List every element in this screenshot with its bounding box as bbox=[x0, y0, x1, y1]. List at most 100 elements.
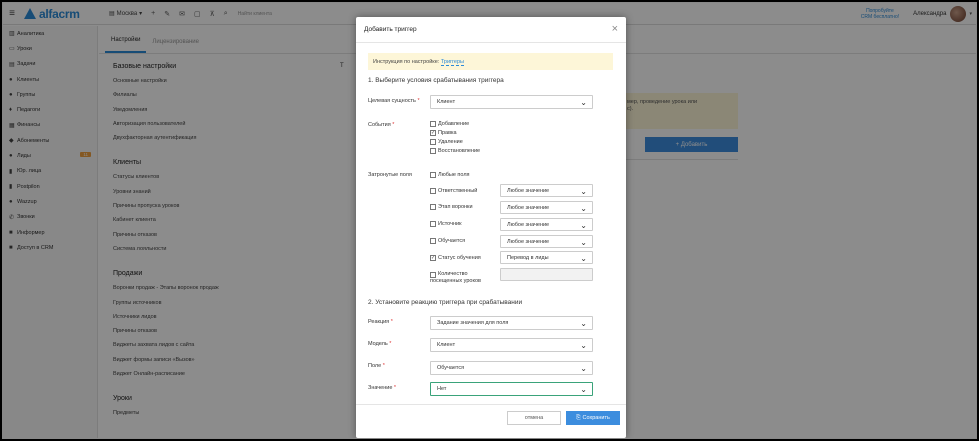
affected-fields-label: Затронутые поля bbox=[368, 172, 412, 178]
field-checkbox-study-status[interactable]: ✓ Статус обучения bbox=[430, 255, 481, 261]
checkbox-label: Источник bbox=[438, 221, 462, 227]
add-trigger-modal: Добавить триггер × Инструкция по настрой… bbox=[356, 17, 626, 438]
close-icon[interactable]: × bbox=[612, 24, 618, 35]
field-value-select-studying[interactable]: Любое значение ⌄ bbox=[500, 235, 593, 248]
step-2-title: 2. Установите реакцию триггера при сраба… bbox=[368, 299, 523, 306]
field-value-select-responsible[interactable]: Любое значение ⌄ bbox=[500, 184, 593, 197]
select-value: Любое значение bbox=[507, 221, 550, 228]
select-value: Любое значение bbox=[507, 204, 550, 211]
select-value: Перевод в лиды bbox=[507, 254, 549, 261]
required-mark: * bbox=[390, 319, 393, 325]
label-text: Поле bbox=[368, 363, 382, 369]
label-text: Значение bbox=[368, 385, 393, 391]
checkbox-label: посещенных уроков bbox=[430, 278, 481, 284]
event-checkbox-edit[interactable]: ✓ Правка bbox=[430, 130, 457, 136]
field-checkbox-stage[interactable]: Этап воронки bbox=[430, 204, 473, 210]
required-mark: * bbox=[393, 385, 397, 391]
triggers-help-link[interactable]: Триггеры bbox=[440, 59, 465, 66]
checkbox-label: Восстановление bbox=[438, 148, 481, 154]
instruction-hint: Инструкция по настройке: Триггеры bbox=[368, 53, 613, 70]
save-icon: ⎘ bbox=[576, 414, 581, 421]
checkbox-label: Статус обучения bbox=[438, 255, 481, 261]
field-value-select-source[interactable]: Любое значение ⌄ bbox=[500, 218, 593, 231]
checkbox-box bbox=[430, 271, 436, 278]
select-value: Обучается bbox=[437, 365, 465, 371]
field-checkbox-responsible[interactable]: Ответственный bbox=[430, 188, 477, 194]
value-select[interactable]: Нет ⌄ bbox=[430, 382, 593, 396]
hint-text: Инструкция по настройке: bbox=[373, 59, 440, 65]
chevron-down-icon: ⌄ bbox=[580, 238, 587, 247]
required-mark: * bbox=[389, 341, 392, 347]
checkbox-box bbox=[430, 148, 436, 154]
checkbox-label: Любые поля bbox=[438, 172, 470, 178]
select-value: Клиент bbox=[437, 342, 456, 348]
checkbox-label: Правка bbox=[438, 130, 457, 136]
checkbox-label: Добавление bbox=[438, 121, 470, 127]
field-checkbox-studying[interactable]: Обучается bbox=[430, 238, 465, 244]
checkbox-box bbox=[430, 221, 436, 227]
select-value: Задание значения для поля bbox=[437, 320, 509, 326]
checkbox-label: Этап воронки bbox=[438, 204, 473, 210]
checkmark-icon: ✓ bbox=[430, 130, 436, 136]
chevron-down-icon: ⌄ bbox=[580, 385, 587, 394]
checkbox-label: Обучается bbox=[438, 238, 466, 244]
checkbox-label: Ответственный bbox=[438, 188, 478, 194]
app-window: ≡ alfacrm ▤ Москва ▾ + ✎ ✉ ▢ ⊼ ⌕ Найти к… bbox=[2, 2, 977, 439]
checkbox-box bbox=[430, 204, 436, 210]
required-mark: * bbox=[417, 98, 420, 104]
checkbox-box bbox=[430, 188, 436, 194]
chevron-down-icon: ⌄ bbox=[580, 221, 587, 230]
modal-title: Добавить триггер bbox=[364, 26, 417, 33]
checkbox-label: Количество bbox=[438, 271, 468, 277]
target-entity-select[interactable]: Клиент ⌄ bbox=[430, 95, 593, 109]
chevron-down-icon: ⌄ bbox=[580, 341, 587, 350]
chevron-down-icon: ⌄ bbox=[580, 187, 587, 196]
any-fields-checkbox[interactable]: Любые поля bbox=[430, 172, 470, 178]
required-mark: * bbox=[382, 363, 385, 369]
checkbox-box bbox=[430, 121, 436, 127]
field-value-select-stage[interactable]: Любое значение ⌄ bbox=[500, 201, 593, 214]
checkbox-box bbox=[430, 172, 436, 178]
label-text: Целевая сущность bbox=[368, 98, 416, 104]
model-label: Модель * bbox=[368, 341, 391, 347]
field-checkbox-visited-lessons[interactable]: Количество посещенных уроков bbox=[430, 271, 481, 285]
target-entity-label: Целевая сущность * bbox=[368, 98, 420, 104]
label-text: Модель bbox=[368, 341, 388, 347]
field-value-select-study-status[interactable]: Перевод в лиды ⌄ bbox=[500, 251, 593, 264]
reaction-label: Реакция * bbox=[368, 319, 393, 325]
events-label: События * bbox=[368, 122, 394, 128]
cancel-button[interactable]: отмена bbox=[507, 411, 561, 425]
checkbox-box bbox=[430, 238, 436, 244]
checkbox-label: Удаление bbox=[438, 139, 463, 145]
field-label: Поле * bbox=[368, 363, 385, 369]
required-mark: * bbox=[392, 122, 395, 128]
select-value: Нет bbox=[437, 386, 447, 392]
checkbox-row: Количество bbox=[430, 271, 481, 278]
label-text: Реакция bbox=[368, 319, 390, 325]
chevron-down-icon: ⌄ bbox=[580, 364, 587, 373]
label-text: События bbox=[368, 122, 391, 128]
save-button[interactable]: ⎘ Сохранить bbox=[566, 411, 620, 425]
model-select[interactable]: Клиент ⌄ bbox=[430, 338, 593, 352]
value-label: Значение * bbox=[368, 385, 396, 391]
chevron-down-icon: ⌄ bbox=[580, 254, 587, 263]
event-checkbox-add[interactable]: Добавление bbox=[430, 121, 469, 127]
field-checkbox-source[interactable]: Источник bbox=[430, 221, 461, 227]
chevron-down-icon: ⌄ bbox=[580, 98, 587, 107]
step-1-title: 1. Выберите условия срабатывания триггер… bbox=[368, 77, 504, 84]
save-label: Сохранить bbox=[582, 415, 610, 421]
chevron-down-icon: ⌄ bbox=[580, 319, 587, 328]
select-value: Любое значение bbox=[507, 187, 550, 194]
event-checkbox-delete[interactable]: Удаление bbox=[430, 139, 463, 145]
checkbox-box bbox=[430, 139, 436, 145]
event-checkbox-restore[interactable]: Восстановление bbox=[430, 148, 480, 154]
checkmark-icon: ✓ bbox=[430, 255, 436, 261]
field-value-input-visited-lessons[interactable] bbox=[500, 268, 593, 281]
chevron-down-icon: ⌄ bbox=[580, 204, 587, 213]
modal-footer: отмена ⎘ Сохранить bbox=[356, 404, 626, 438]
reaction-select[interactable]: Задание значения для поля ⌄ bbox=[430, 316, 593, 330]
field-select[interactable]: Обучается ⌄ bbox=[430, 361, 593, 375]
select-value: Любое значение bbox=[507, 238, 550, 245]
modal-header: Добавить триггер × bbox=[356, 17, 626, 43]
select-value: Клиент bbox=[437, 99, 456, 105]
